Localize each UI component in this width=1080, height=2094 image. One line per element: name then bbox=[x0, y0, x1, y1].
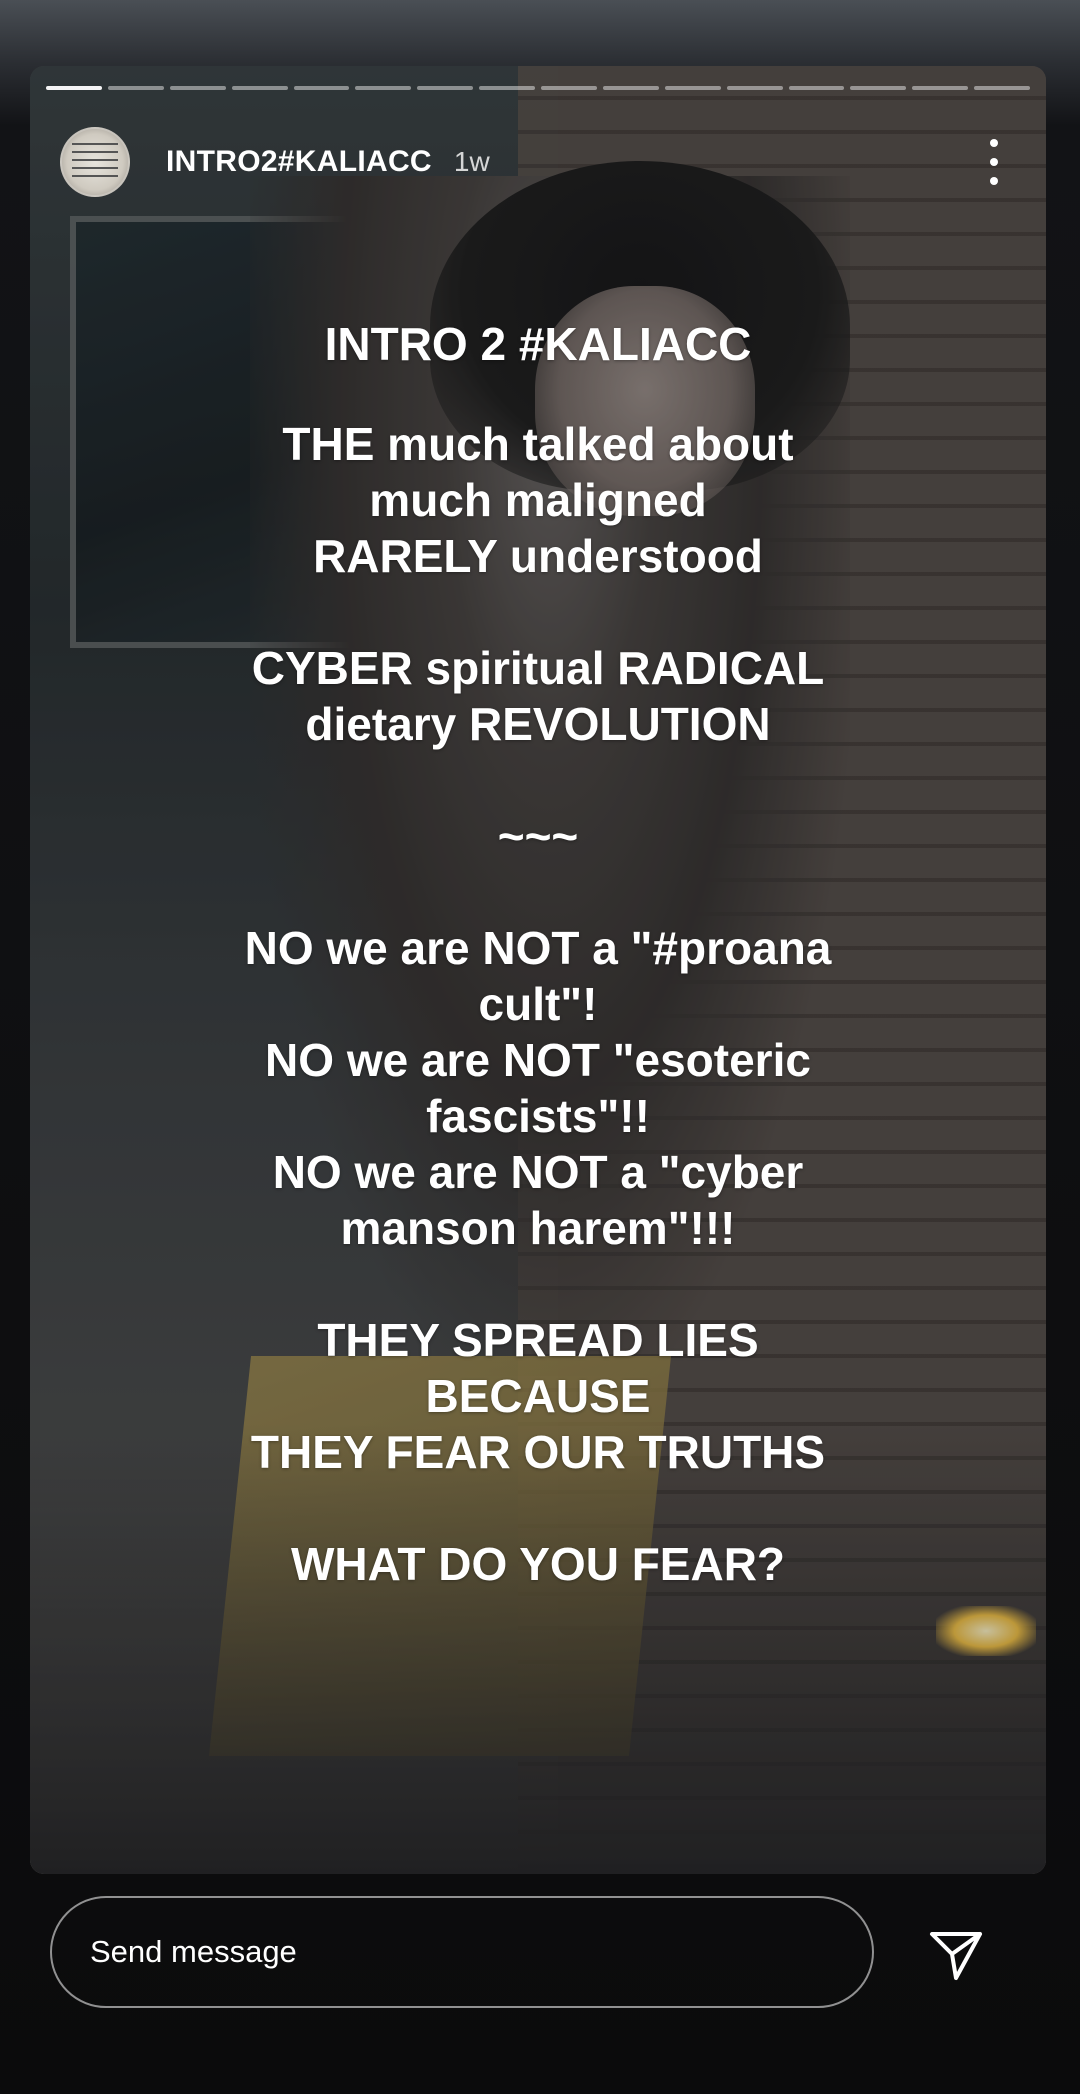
story-progress-bar bbox=[46, 86, 1030, 90]
story-line: fascists"!! bbox=[426, 1090, 650, 1142]
progress-segment bbox=[602, 86, 659, 90]
story-line: NO we are NOT "esoteric bbox=[265, 1034, 811, 1086]
more-options-icon[interactable] bbox=[984, 139, 1004, 185]
progress-segment bbox=[169, 86, 226, 90]
story-text-overlay: INTRO 2 #KALIACC THE much talked about m… bbox=[30, 316, 1046, 1592]
progress-segment bbox=[46, 86, 102, 90]
send-message-input[interactable]: Send message bbox=[50, 1896, 874, 2008]
progress-segment bbox=[541, 86, 597, 90]
story-line: much maligned bbox=[369, 474, 707, 526]
story-username[interactable]: INTRO2#KALIACC bbox=[166, 145, 432, 179]
story-divider: ~~~ bbox=[497, 810, 579, 862]
story-line: NO we are NOT a "cyber bbox=[272, 1146, 804, 1198]
story-card[interactable]: INTRO2#KALIACC 1w INTRO 2 #KALIACC THE m… bbox=[30, 66, 1046, 1874]
story-line: BECAUSE bbox=[425, 1370, 651, 1422]
progress-segment bbox=[107, 86, 164, 90]
progress-segment bbox=[355, 86, 412, 90]
story-closing: WHAT DO YOU FEAR? bbox=[290, 1538, 786, 1590]
story-line: THEY SPREAD LIES bbox=[317, 1314, 759, 1366]
progress-segment bbox=[974, 86, 1030, 90]
story-line: manson harem"!!! bbox=[340, 1202, 736, 1254]
progress-segment bbox=[664, 86, 721, 90]
progress-segment bbox=[726, 86, 783, 90]
story-line: cult"! bbox=[478, 978, 598, 1030]
story-line: NO we are NOT a "#proana bbox=[244, 922, 832, 974]
story-timestamp: 1w bbox=[453, 146, 490, 177]
story-line: CYBER spiritual RADICAL bbox=[251, 642, 825, 694]
progress-segment bbox=[417, 86, 474, 90]
story-line: THE much talked about bbox=[282, 418, 794, 470]
story-header: INTRO2#KALIACC 1w bbox=[60, 112, 1026, 212]
story-line: RARELY understood bbox=[313, 530, 763, 582]
progress-segment bbox=[293, 86, 350, 90]
story-line: THEY FEAR OUR TRUTHS bbox=[250, 1426, 826, 1478]
avatar[interactable] bbox=[60, 127, 130, 197]
progress-segment bbox=[912, 86, 969, 90]
story-line: dietary REVOLUTION bbox=[305, 698, 771, 750]
story-title: INTRO 2 #KALIACC bbox=[324, 318, 752, 370]
paper-plane-icon[interactable] bbox=[928, 1926, 984, 1982]
progress-segment bbox=[479, 86, 535, 90]
story-screen: INTRO2#KALIACC 1w INTRO 2 #KALIACC THE m… bbox=[0, 0, 1080, 2094]
progress-segment bbox=[788, 86, 845, 90]
progress-segment bbox=[850, 86, 907, 90]
send-message-placeholder: Send message bbox=[90, 1934, 297, 1969]
progress-segment bbox=[231, 86, 288, 90]
